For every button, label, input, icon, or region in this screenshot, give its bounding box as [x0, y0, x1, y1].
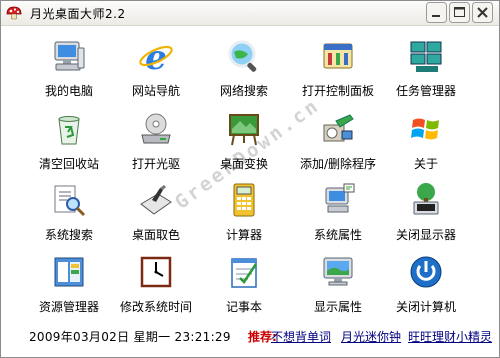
svg-text:e: e	[145, 38, 167, 74]
recommend-link[interactable]: 月光迷你钟	[341, 328, 401, 345]
tile-notepad[interactable]: 记事本	[196, 254, 292, 314]
notepad-icon	[226, 254, 262, 290]
monitor-off-icon	[408, 182, 444, 218]
tile-label: 关闭计算机	[395, 300, 456, 314]
launcher-panel: GreenDown.cn 我的电脑 e 网站导航 网络搜索 打开控制面板 任务管…	[1, 26, 499, 357]
minimize-icon	[432, 15, 440, 17]
tile-web-search[interactable]: 网络搜索	[196, 38, 292, 98]
main-window: 月光桌面大师2.2 GreenDown.cn 我的电脑 e 网站导航 网络搜索 …	[0, 0, 500, 358]
tile-shutdown-computer[interactable]: 关闭计算机	[378, 254, 474, 314]
maximize-button[interactable]	[449, 2, 470, 23]
desktop-change-icon	[226, 111, 262, 147]
minimize-button[interactable]	[426, 2, 447, 23]
tile-about[interactable]: 关于	[378, 111, 474, 171]
status-bar: 2009年03月02日 星期一 23:21:29 推荐: 不想背单词 月光迷你钟…	[1, 324, 499, 350]
datetime-display: 2009年03月02日 星期一 23:21:29	[29, 330, 231, 344]
color-picker-icon	[138, 182, 174, 218]
title-bar[interactable]: 月光桌面大师2.2	[1, 1, 499, 26]
cd-drive-icon	[138, 111, 174, 147]
calculator-icon	[226, 182, 262, 218]
control-panel-icon	[320, 38, 356, 74]
windows-logo-icon	[408, 111, 444, 147]
tile-desktop-change[interactable]: 桌面变换	[196, 111, 292, 171]
display-properties-icon	[320, 254, 356, 290]
recommend-link[interactable]: 不想背单词	[271, 328, 331, 345]
tile-turn-off-monitor[interactable]: 关闭显示器	[378, 182, 474, 242]
add-remove-programs-icon	[320, 111, 356, 147]
close-button[interactable]	[472, 2, 493, 23]
system-properties-icon	[320, 182, 356, 218]
recommend-link[interactable]: 旺旺理财小精灵	[408, 328, 492, 345]
tile-label: 任务管理器	[395, 84, 456, 98]
recycle-bin-icon	[51, 111, 87, 147]
power-icon	[408, 254, 444, 290]
tile-label: 关于	[413, 157, 438, 171]
mushroom-app-icon	[6, 5, 22, 21]
tile-label: 关闭显示器	[395, 228, 456, 242]
window-title: 月光桌面大师2.2	[30, 7, 126, 21]
explorer-icon	[51, 254, 87, 290]
shortcut-grid: 我的电脑 e 网站导航 网络搜索 打开控制面板 任务管理器 清空回收站 打开光驱…	[1, 38, 499, 338]
system-search-icon	[51, 182, 87, 218]
internet-explorer-icon: e	[138, 38, 174, 74]
web-search-icon	[226, 38, 262, 74]
clock-icon	[138, 254, 174, 290]
task-manager-icon	[408, 38, 444, 74]
tile-calculator[interactable]: 计算器	[196, 182, 292, 242]
tile-task-manager[interactable]: 任务管理器	[378, 38, 474, 98]
computer-icon	[51, 38, 87, 74]
